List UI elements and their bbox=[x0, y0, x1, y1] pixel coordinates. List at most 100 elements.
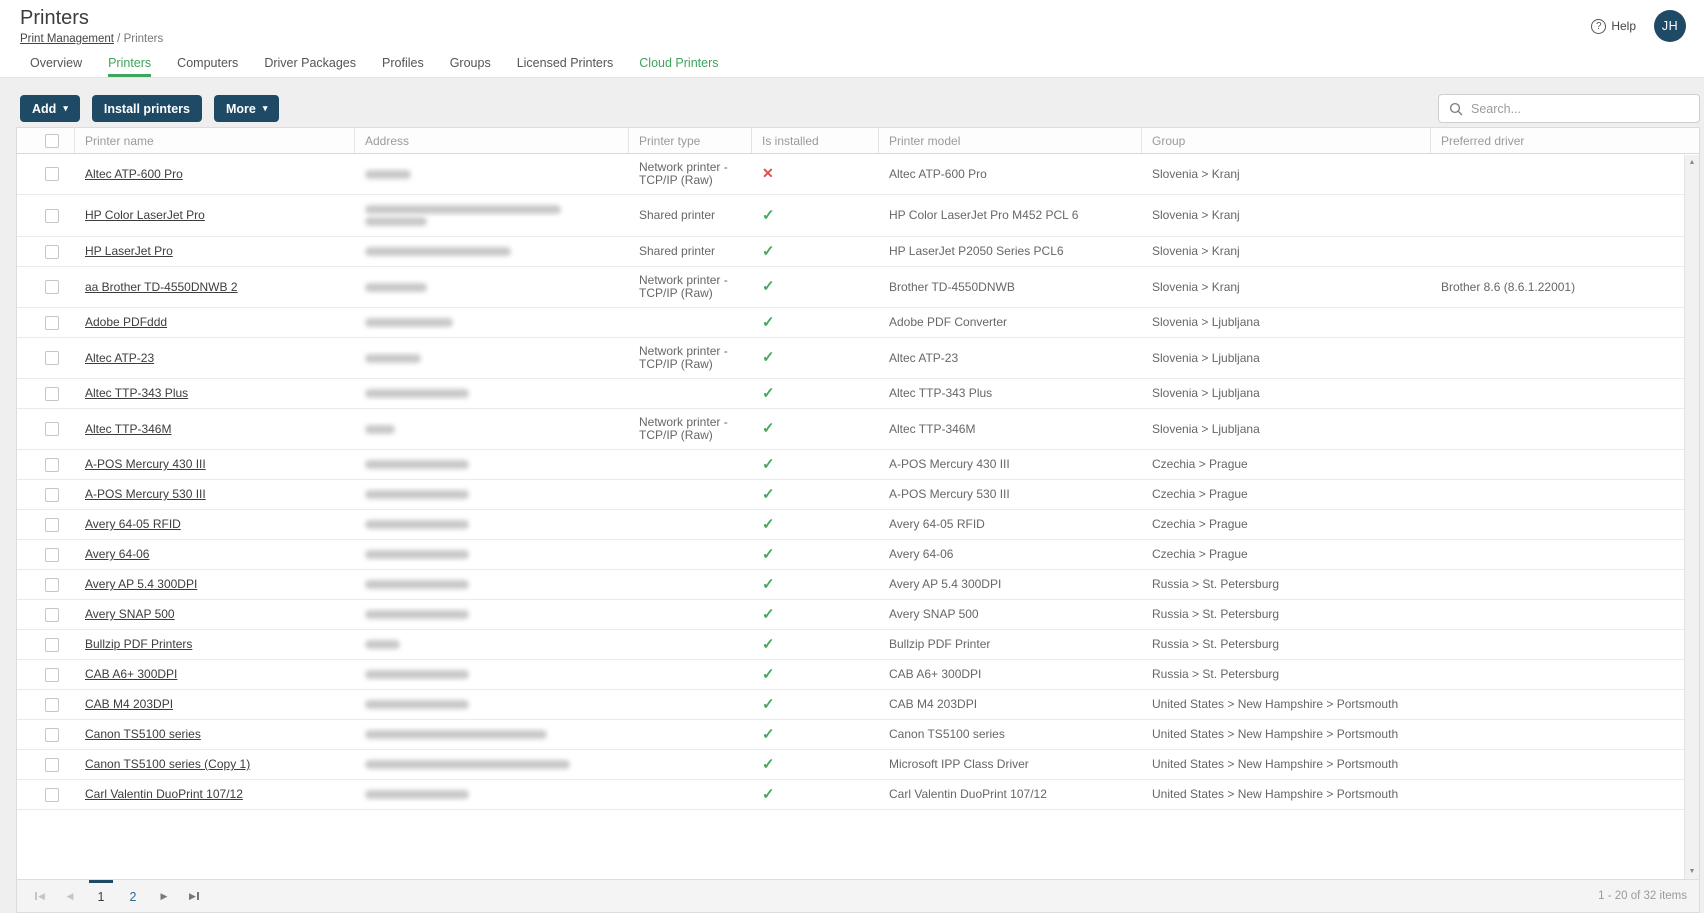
row-checkbox[interactable] bbox=[45, 637, 59, 652]
row-checkbox[interactable] bbox=[45, 757, 59, 772]
select-all-checkbox[interactable] bbox=[45, 133, 59, 148]
column-header-is-installed[interactable]: Is installed bbox=[752, 128, 879, 153]
column-header-printer-model[interactable]: Printer model bbox=[879, 128, 1142, 153]
row-checkbox[interactable] bbox=[45, 487, 59, 502]
tab-licensed-printers[interactable]: Licensed Printers bbox=[517, 50, 614, 77]
printer-name-link[interactable]: Adobe PDFddd bbox=[85, 315, 167, 329]
installed-check-icon: ✓ bbox=[762, 695, 775, 713]
vertical-scrollbar[interactable]: ▲ ▼ bbox=[1684, 155, 1699, 879]
tab-overview[interactable]: Overview bbox=[30, 50, 82, 77]
printer-name-link[interactable]: HP Color LaserJet Pro bbox=[85, 208, 205, 222]
table-row: Canon TS5100 series ✓ Canon TS5100 series U… bbox=[17, 720, 1684, 750]
row-checkbox-cell bbox=[17, 781, 75, 809]
is-installed-cell: ✓ bbox=[752, 721, 879, 749]
row-checkbox[interactable] bbox=[45, 517, 59, 532]
row-checkbox[interactable] bbox=[45, 280, 59, 294]
printer-name-link[interactable]: Canon TS5100 series (Copy 1) bbox=[85, 757, 250, 771]
printer-name-link[interactable]: Avery AP 5.4 300DPI bbox=[85, 577, 197, 591]
printer-name-link[interactable]: Altec TTP-343 Plus bbox=[85, 386, 188, 400]
row-checkbox-cell bbox=[17, 273, 75, 301]
printer-name-link[interactable]: HP LaserJet Pro bbox=[85, 244, 173, 258]
table-row: Avery 64-06 ✓ Avery 64-06 Czechia > Prague bbox=[17, 540, 1684, 570]
pager-first-button-triangle: ◀ bbox=[38, 890, 45, 901]
printer-name-link[interactable]: A-POS Mercury 430 III bbox=[85, 457, 206, 471]
tab-printers[interactable]: Printers bbox=[108, 50, 152, 77]
install-printers-button[interactable]: Install printers bbox=[91, 95, 202, 122]
column-header-printer-type[interactable]: Printer type bbox=[629, 128, 752, 153]
printer-name-link[interactable]: Avery 64-06 bbox=[85, 547, 149, 561]
row-checkbox[interactable] bbox=[45, 727, 59, 742]
row-checkbox[interactable] bbox=[45, 208, 59, 223]
printer-name-link[interactable]: CAB A6+ 300DPI bbox=[85, 667, 177, 681]
printer-name-link[interactable]: aa Brother TD-4550DNWB 2 bbox=[85, 280, 238, 294]
group-cell: Czechia > Prague bbox=[1152, 517, 1248, 531]
table-header-row: Printer name Address Printer type Is ins… bbox=[17, 128, 1699, 154]
more-button[interactable]: More ▾ bbox=[213, 95, 280, 122]
scroll-up-icon[interactable]: ▲ bbox=[1685, 155, 1699, 170]
row-checkbox[interactable] bbox=[45, 697, 59, 712]
scroll-down-icon[interactable]: ▼ bbox=[1685, 864, 1699, 879]
redacted-address-blur bbox=[365, 389, 469, 398]
row-checkbox[interactable] bbox=[45, 167, 59, 181]
row-checkbox-cell bbox=[17, 309, 75, 337]
installed-check-icon: ✓ bbox=[762, 545, 775, 563]
installed-check-icon: ✓ bbox=[762, 785, 775, 803]
pager-last-button[interactable]: ▶ bbox=[183, 883, 205, 909]
row-checkbox[interactable] bbox=[45, 457, 59, 472]
pager-next-button[interactable]: ▶ bbox=[153, 883, 175, 909]
printer-name-link[interactable]: Altec ATP-23 bbox=[85, 351, 154, 365]
tab-profiles[interactable]: Profiles bbox=[382, 50, 424, 77]
help-button[interactable]: ? Help bbox=[1591, 18, 1636, 34]
row-checkbox-cell bbox=[17, 415, 75, 443]
column-header-printer-name[interactable]: Printer name bbox=[75, 128, 355, 153]
row-checkbox[interactable] bbox=[45, 607, 59, 622]
add-button[interactable]: Add ▾ bbox=[20, 95, 80, 122]
installed-check-icon: ✓ bbox=[762, 349, 775, 366]
row-checkbox[interactable] bbox=[45, 547, 59, 562]
row-checkbox[interactable] bbox=[45, 244, 59, 259]
tab-cloud-printers[interactable]: Cloud Printers bbox=[639, 50, 718, 77]
tab-computers[interactable]: Computers bbox=[177, 50, 238, 77]
table-row: Avery SNAP 500 ✓ Avery SNAP 500 Russia > St… bbox=[17, 600, 1684, 630]
is-installed-cell: ✓ bbox=[752, 415, 879, 443]
printer-name-link[interactable]: Altec ATP-600 Pro bbox=[85, 167, 183, 181]
row-checkbox[interactable] bbox=[45, 315, 59, 330]
group-cell: United States > New Hampshire > Portsmou… bbox=[1152, 727, 1399, 741]
row-checkbox[interactable] bbox=[45, 422, 59, 436]
row-checkbox[interactable] bbox=[45, 386, 59, 401]
is-installed-cell: ✓ bbox=[752, 691, 879, 719]
printer-type-cell bbox=[629, 458, 752, 472]
printer-name-link[interactable]: Bullzip PDF Printers bbox=[85, 637, 192, 651]
printer-name-link[interactable]: Avery SNAP 500 bbox=[85, 607, 175, 621]
row-checkbox[interactable] bbox=[45, 577, 59, 592]
address-cell bbox=[355, 450, 629, 479]
printer-name-link[interactable]: CAB M4 203DPI bbox=[85, 697, 173, 711]
row-checkbox[interactable] bbox=[45, 351, 59, 365]
pager-page-2[interactable]: 2 bbox=[121, 880, 145, 912]
printer-name-link[interactable]: A-POS Mercury 530 III bbox=[85, 487, 206, 501]
printer-name-link[interactable]: Canon TS5100 series bbox=[85, 727, 201, 741]
pager-page-1[interactable]: 1 bbox=[89, 879, 113, 912]
page-title: Printers bbox=[20, 7, 89, 29]
redacted-address-blur bbox=[365, 217, 427, 226]
printer-name-link[interactable]: Altec TTP-346M bbox=[85, 422, 171, 436]
breadcrumb-parent-link[interactable]: Print Management bbox=[20, 33, 114, 45]
avatar[interactable]: JH bbox=[1654, 10, 1686, 42]
table-row: Altec TTP-343 Plus ✓ Altec TTP-343 Plus Slo… bbox=[17, 379, 1684, 409]
table-row: HP LaserJet Pro Shared printer ✓ HP LaserJe… bbox=[17, 237, 1684, 267]
search-input[interactable] bbox=[1471, 95, 1699, 122]
column-header-preferred-driver[interactable]: Preferred driver bbox=[1431, 128, 1699, 153]
printer-name-link[interactable]: Avery 64-05 RFID bbox=[85, 517, 181, 531]
row-checkbox[interactable] bbox=[45, 787, 59, 802]
row-checkbox-cell bbox=[17, 541, 75, 569]
tab-groups[interactable]: Groups bbox=[450, 50, 491, 77]
group-cell: Slovenia > Kranj bbox=[1152, 279, 1240, 294]
help-label: Help bbox=[1611, 19, 1636, 33]
tab-driver-packages[interactable]: Driver Packages bbox=[264, 50, 356, 77]
is-installed-cell: ✓ bbox=[752, 601, 879, 629]
printer-name-link[interactable]: Carl Valentin DuoPrint 107/12 bbox=[85, 787, 243, 801]
column-header-address[interactable]: Address bbox=[355, 128, 629, 153]
row-checkbox[interactable] bbox=[45, 667, 59, 682]
column-header-group[interactable]: Group bbox=[1142, 128, 1431, 153]
is-installed-cell: ✓ bbox=[752, 309, 879, 337]
